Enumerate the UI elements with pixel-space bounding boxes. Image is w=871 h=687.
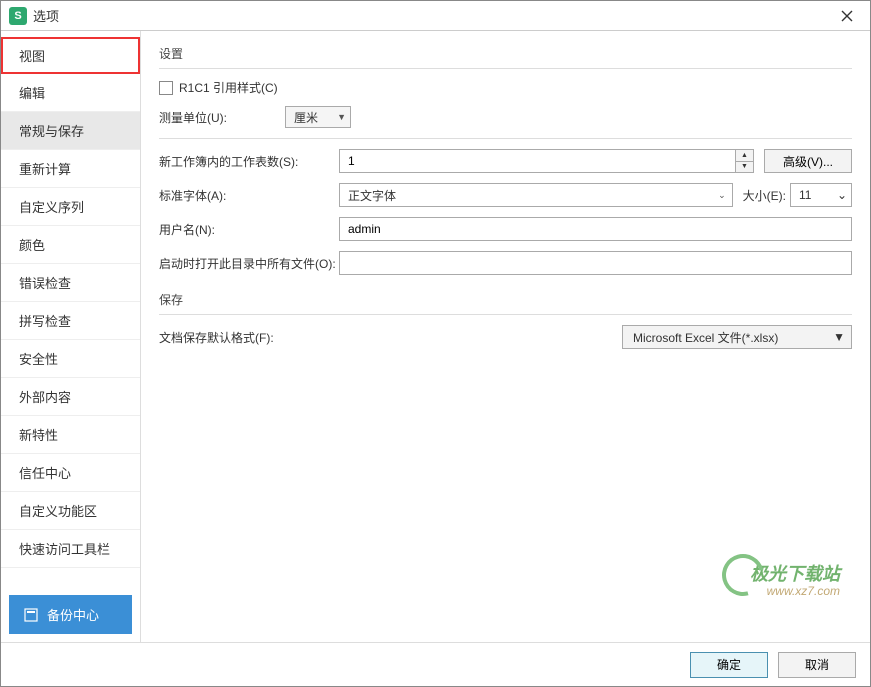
sidebar-item-security[interactable]: 安全性	[1, 340, 140, 378]
unit-row: 测量单位(U): 厘米 ▼	[159, 106, 852, 128]
save-heading: 保存	[159, 291, 852, 308]
sidebar-item-general-save[interactable]: 常规与保存	[1, 112, 140, 150]
size-group: 大小(E): 11 ⌄	[743, 183, 852, 207]
sidebar-item-external[interactable]: 外部内容	[1, 378, 140, 416]
cancel-button[interactable]: 取消	[778, 652, 856, 678]
save-format-label: 文档保存默认格式(F):	[159, 329, 339, 346]
save-format-value: Microsoft Excel 文件(*.xlsx)	[633, 329, 778, 346]
sidebar-item-new-features[interactable]: 新特性	[1, 416, 140, 454]
divider	[159, 314, 852, 315]
chevron-down-icon: ⌄	[837, 188, 847, 202]
divider	[159, 138, 852, 139]
options-window: S 选项 视图 编辑 常规与保存 重新计算 自定义序列 颜色 错误检查 拼写检查…	[0, 0, 871, 687]
spinner-down[interactable]: ▼	[736, 162, 753, 173]
dialog-footer: 确定 取消	[1, 642, 870, 686]
titlebar: S 选项	[1, 1, 870, 31]
watermark-text: 极光下载站	[750, 560, 840, 586]
username-input[interactable]	[339, 217, 852, 241]
spinner-buttons: ▲ ▼	[735, 150, 753, 172]
sidebar-spacer	[1, 568, 140, 587]
chevron-down-icon: ▼	[833, 330, 845, 344]
username-label: 用户名(N):	[159, 221, 339, 238]
font-label: 标准字体(A):	[159, 187, 339, 204]
username-row: 用户名(N):	[159, 217, 852, 241]
size-value: 11	[799, 188, 811, 202]
close-button[interactable]	[832, 1, 862, 31]
backup-label: 备份中心	[47, 605, 99, 624]
save-format-combo[interactable]: Microsoft Excel 文件(*.xlsx) ▼	[622, 325, 852, 349]
spinner-up[interactable]: ▲	[736, 150, 753, 162]
sidebar-item-custom-lists[interactable]: 自定义序列	[1, 188, 140, 226]
r1c1-row: R1C1 引用样式(C)	[159, 79, 852, 96]
sheets-row: 新工作簿内的工作表数(S): ▲ ▼ 高级(V)...	[159, 149, 852, 173]
sidebar-item-trust-center[interactable]: 信任中心	[1, 454, 140, 492]
font-row: 标准字体(A): 正文字体 ⌄ 大小(E): 11 ⌄	[159, 183, 852, 207]
sheets-label: 新工作簿内的工作表数(S):	[159, 153, 339, 170]
sidebar-item-quick-access[interactable]: 快速访问工具栏	[1, 530, 140, 568]
settings-heading: 设置	[159, 45, 852, 62]
r1c1-label: R1C1 引用样式(C)	[179, 79, 278, 96]
chevron-down-icon: ⌄	[718, 190, 726, 201]
unit-label: 测量单位(U):	[159, 109, 285, 126]
advanced-button[interactable]: 高级(V)...	[764, 149, 852, 173]
watermark: 极光下载站 www.xz7.com	[750, 560, 840, 598]
size-combo[interactable]: 11 ⌄	[790, 183, 852, 207]
divider	[159, 68, 852, 69]
startup-row: 启动时打开此目录中所有文件(O):	[159, 251, 852, 275]
startup-label: 启动时打开此目录中所有文件(O):	[159, 255, 339, 272]
sidebar-item-edit[interactable]: 编辑	[1, 74, 140, 112]
window-title: 选项	[33, 6, 832, 25]
font-combo[interactable]: 正文字体 ⌄	[339, 183, 733, 207]
save-format-row: 文档保存默认格式(F): Microsoft Excel 文件(*.xlsx) …	[159, 325, 852, 349]
ok-button[interactable]: 确定	[690, 652, 768, 678]
startup-input[interactable]	[339, 251, 852, 275]
size-label: 大小(E):	[743, 187, 786, 204]
watermark-url: www.xz7.com	[750, 584, 840, 598]
backup-icon	[23, 607, 39, 623]
sheets-spinner[interactable]: ▲ ▼	[339, 149, 754, 173]
sidebar-item-spell-check[interactable]: 拼写检查	[1, 302, 140, 340]
main-panel: 设置 R1C1 引用样式(C) 测量单位(U): 厘米 ▼ 新工作簿内的工作表数…	[141, 31, 870, 642]
r1c1-checkbox[interactable]	[159, 81, 173, 95]
sidebar: 视图 编辑 常规与保存 重新计算 自定义序列 颜色 错误检查 拼写检查 安全性 …	[1, 31, 141, 642]
unit-combo[interactable]: 厘米 ▼	[285, 106, 351, 128]
sidebar-item-color[interactable]: 颜色	[1, 226, 140, 264]
backup-center-button[interactable]: 备份中心	[9, 595, 132, 634]
close-icon	[841, 10, 853, 22]
chevron-down-icon: ▼	[337, 112, 346, 122]
sidebar-item-customize-ribbon[interactable]: 自定义功能区	[1, 492, 140, 530]
sheets-input[interactable]	[340, 150, 735, 172]
sidebar-item-recalc[interactable]: 重新计算	[1, 150, 140, 188]
dialog-body: 视图 编辑 常规与保存 重新计算 自定义序列 颜色 错误检查 拼写检查 安全性 …	[1, 31, 870, 642]
sidebar-item-error-check[interactable]: 错误检查	[1, 264, 140, 302]
app-icon: S	[9, 7, 27, 25]
font-value: 正文字体	[348, 187, 396, 204]
sidebar-item-view[interactable]: 视图	[1, 37, 140, 74]
unit-value: 厘米	[294, 109, 318, 126]
